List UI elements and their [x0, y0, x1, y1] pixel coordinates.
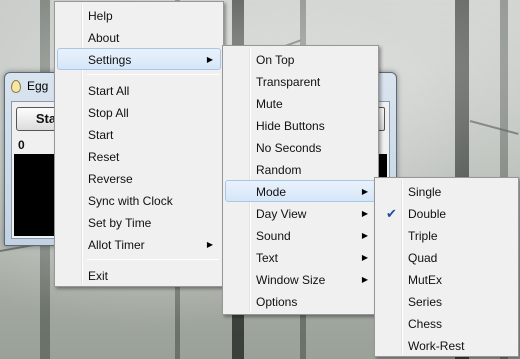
menu-item-label: Stop All — [88, 106, 129, 120]
menu-item-hide-buttons[interactable]: Hide Buttons — [225, 114, 376, 136]
menu-item-label: Exit — [88, 269, 109, 283]
menu-item-label: Triple — [408, 229, 438, 243]
menu-item-set-by-time[interactable]: Set by Time — [57, 211, 221, 233]
menu-item-label: Transparent — [256, 75, 321, 89]
checkmark-icon: ✔ — [386, 206, 397, 221]
egg-icon — [11, 79, 21, 93]
menu-item-mute[interactable]: Mute — [225, 92, 376, 114]
menu-item-reset[interactable]: Reset — [57, 145, 221, 167]
menu-item-day-view[interactable]: Day View ▶ — [225, 202, 376, 224]
menu-item-mutex[interactable]: MutEx — [377, 268, 516, 290]
menu-item-allot-timer[interactable]: Allot Timer ▶ — [57, 233, 221, 255]
menu-item-label: On Top — [256, 53, 295, 67]
menu-item-label: Allot Timer — [88, 238, 145, 252]
menu-item-label: Random — [256, 163, 302, 177]
menu-item-label: Reverse — [88, 172, 133, 186]
menu-separator — [87, 259, 219, 260]
menu-item-start-all[interactable]: Start All — [57, 79, 221, 101]
menu-item-sync-with-clock[interactable]: Sync with Clock — [57, 189, 221, 211]
menu-item-on-top[interactable]: On Top — [225, 48, 376, 70]
menu-item-work-rest[interactable]: Work-Rest — [377, 334, 516, 356]
menu-item-label: Day View — [256, 207, 307, 221]
menu-item-label: Settings — [88, 53, 132, 67]
menu-item-no-seconds[interactable]: No Seconds — [225, 136, 376, 158]
menu-item-chess[interactable]: Chess — [377, 312, 516, 334]
menu-item-settings[interactable]: Settings ▶ — [57, 48, 221, 70]
window-title: Egg — [27, 79, 49, 93]
menu-item-text[interactable]: Text ▶ — [225, 246, 376, 268]
menu-item-reverse[interactable]: Reverse — [57, 167, 221, 189]
menu-item-double[interactable]: ✔ Double — [377, 202, 516, 224]
menu-item-label: Reset — [88, 150, 120, 164]
menu-item-quad[interactable]: Quad — [377, 246, 516, 268]
menu-item-label: Series — [408, 295, 443, 309]
menu-item-label: Options — [256, 295, 298, 309]
menu-item-options[interactable]: Options — [225, 290, 376, 312]
menu-separator — [87, 74, 219, 75]
menu-item-label: Start All — [88, 84, 130, 98]
menu-item-label: Text — [256, 251, 279, 265]
menu-item-sound[interactable]: Sound ▶ — [225, 224, 376, 246]
menu-item-window-size[interactable]: Window Size ▶ — [225, 268, 376, 290]
context-menu: Help About Settings ▶ Start All Stop All … — [54, 1, 224, 287]
submenu-arrow-icon: ▶ — [361, 231, 368, 240]
submenu-arrow-icon: ▶ — [361, 187, 368, 196]
menu-item-label: Sync with Clock — [88, 194, 173, 208]
submenu-arrow-icon: ▶ — [206, 240, 213, 249]
menu-item-random[interactable]: Random — [225, 158, 376, 180]
submenu-arrow-icon: ▶ — [361, 253, 368, 262]
menu-item-label: Help — [88, 9, 113, 23]
menu-item-single[interactable]: Single — [377, 180, 516, 202]
menu-item-label: About — [88, 31, 120, 45]
menu-item-label: Window Size — [256, 273, 326, 287]
settings-submenu: On Top Transparent Mute Hide Buttons No … — [222, 45, 379, 315]
menu-item-help[interactable]: Help — [57, 4, 221, 26]
menu-item-label: Work-Rest — [408, 339, 465, 353]
menu-item-label: Mute — [256, 97, 283, 111]
menu-item-label: Sound — [256, 229, 291, 243]
menu-item-start[interactable]: Start — [57, 123, 221, 145]
menu-item-label: Mode — [256, 185, 287, 199]
menu-item-triple[interactable]: Triple — [377, 224, 516, 246]
menu-item-label: Start — [88, 128, 114, 142]
menu-item-mode[interactable]: Mode ▶ — [225, 180, 376, 202]
menu-item-label: Hide Buttons — [256, 119, 325, 133]
submenu-arrow-icon: ▶ — [361, 275, 368, 284]
menu-item-label: No Seconds — [256, 141, 322, 155]
menu-item-stop-all[interactable]: Stop All — [57, 101, 221, 123]
menu-item-label: Single — [408, 185, 442, 199]
submenu-arrow-icon: ▶ — [361, 209, 368, 218]
submenu-arrow-icon: ▶ — [206, 55, 213, 64]
timer-count: 0 — [18, 138, 25, 152]
menu-item-label: Quad — [408, 251, 438, 265]
mode-submenu: Single ✔ Double Triple Quad MutEx Series … — [374, 177, 519, 357]
menu-item-label: Set by Time — [88, 216, 152, 230]
menu-item-label: Chess — [408, 317, 443, 331]
menu-item-about[interactable]: About — [57, 26, 221, 48]
menu-item-label: Double — [408, 207, 447, 221]
menu-item-exit[interactable]: Exit — [57, 264, 221, 286]
menu-item-label: MutEx — [408, 273, 443, 287]
menu-item-series[interactable]: Series — [377, 290, 516, 312]
menu-item-transparent[interactable]: Transparent — [225, 70, 376, 92]
